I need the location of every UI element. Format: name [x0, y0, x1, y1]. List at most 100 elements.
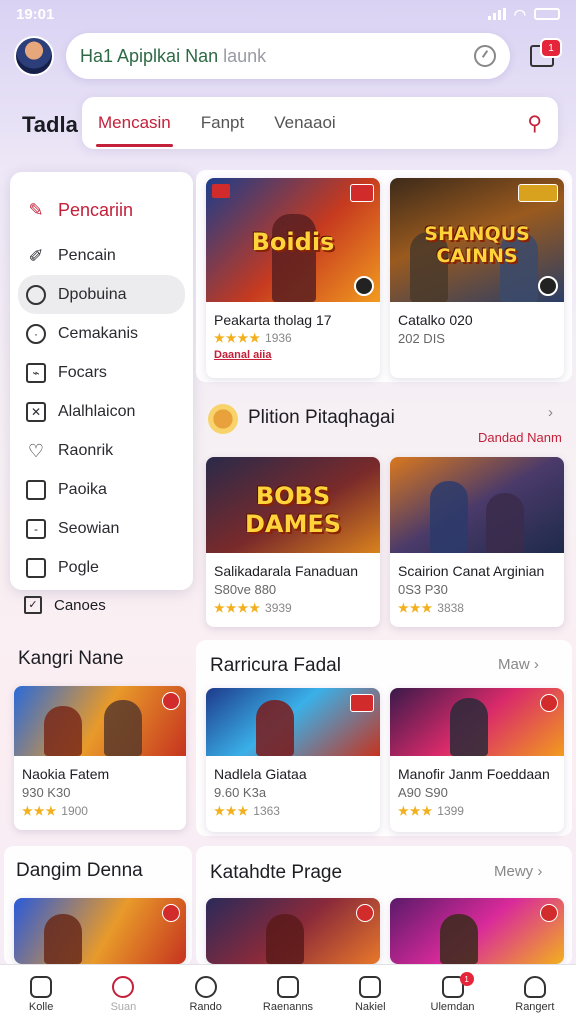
menu-item-pogle[interactable]: Pogle — [18, 548, 185, 587]
menu-item-label: Paoika — [58, 480, 107, 498]
game-title: Naokia Fatem — [22, 766, 110, 782]
rating-stars: ★★★ 1900 — [22, 804, 88, 819]
menu-item-seowian[interactable]: - Seowian — [18, 509, 185, 548]
battery-icon — [534, 8, 560, 20]
game-card[interactable] — [14, 898, 186, 964]
menu-item-focars[interactable]: ⌁ Focars — [18, 353, 185, 392]
nav-item-rando[interactable]: Rando — [171, 976, 241, 1013]
tab-fanpt[interactable]: Fanpt — [201, 99, 244, 147]
top-bar: Ha1 Apiplkai Nan launk 1 — [14, 32, 562, 80]
wifi-icon: ◠ — [513, 5, 526, 22]
nav-label: Suan — [110, 1001, 137, 1013]
pencil-icon: ✎ — [28, 200, 44, 220]
search-value: Ha1 Apiplkai Nan — [80, 45, 219, 66]
game-artwork — [390, 688, 564, 756]
game-card[interactable]: Naokia Fatem 930 K30 ★★★ 1900 — [14, 686, 186, 830]
menu-item-paoika[interactable]: Paoika — [18, 470, 185, 509]
nav-item-kolle[interactable]: Kolle — [6, 976, 76, 1013]
profile-icon — [523, 976, 546, 998]
minus-square-icon: - — [26, 518, 46, 539]
nav-item-nakiel[interactable]: Nakiel — [335, 976, 405, 1013]
dropdown-menu: ✎ Pencariin ✐ Pencain Dpobuina · Cemakan… — [10, 172, 193, 590]
game-card[interactable]: Boidis Peakarta tholag 17 ★★★★ 1936 Daana… — [206, 178, 380, 378]
menu-item-label: Dpobuina — [58, 285, 127, 303]
section-title-bottom: Katahdte Prage — [210, 862, 343, 883]
nav-label: Nakiel — [354, 1001, 386, 1013]
menu-item-raonrik[interactable]: ♡ Raonrik — [18, 431, 185, 470]
tab-search-icon[interactable]: ⚲ — [527, 111, 542, 136]
play-icon[interactable] — [538, 276, 558, 296]
game-meta: 202 DIS — [398, 331, 445, 347]
home-icon — [30, 976, 53, 998]
inbox-button[interactable]: 1 — [522, 36, 562, 76]
square-icon — [26, 479, 46, 500]
nav-label: Rando — [189, 1001, 222, 1013]
nav-item-suan[interactable]: Suan — [88, 976, 158, 1013]
rating-stars: ★★★ 3838 — [398, 601, 464, 616]
see-more-link[interactable]: Mewy › — [494, 863, 542, 880]
rating-stars: ★★★★ 3939 — [214, 601, 292, 616]
search-icon — [112, 976, 135, 998]
tab-mencasin[interactable]: Mencasin — [96, 99, 173, 147]
game-meta: 930 K30 — [22, 785, 71, 801]
game-artwork — [390, 457, 564, 553]
game-card[interactable] — [206, 898, 380, 964]
game-artwork — [14, 686, 186, 756]
game-card[interactable]: Scairion Canat Arginian 0S3 P30 ★★★ 3838 — [390, 457, 564, 627]
cancel-label: Canoes — [54, 596, 106, 614]
game-card[interactable]: Nadlela Giataa 9.60 K3a ★★★ 1363 — [206, 688, 380, 832]
check-icon: ✓ — [24, 596, 42, 614]
game-card[interactable]: SHANQUS CAINNS Catalko 020 202 DIS — [390, 178, 564, 378]
tab-venaaoi[interactable]: Venaaoi — [274, 99, 335, 147]
tab-bar: Mencasin Fanpt Venaaoi ⚲ — [82, 97, 558, 149]
see-all-link[interactable]: Dandad Nanm — [478, 430, 562, 445]
game-meta: 9.60 K3a — [214, 785, 267, 801]
game-card[interactable]: BOBS DAMES Salikadarala Fanaduan S80ve 8… — [206, 457, 380, 627]
rating-stars: ★★★★ 1936 — [214, 331, 292, 346]
notification-badge: 1 — [459, 972, 474, 986]
history-icon[interactable] — [474, 45, 496, 67]
rating-count: 1363 — [253, 804, 280, 819]
page-title: Tadla — [22, 112, 78, 137]
inbox-badge: 1 — [540, 38, 562, 58]
nav-item-ulemdan[interactable]: 1 Ulemdan — [418, 972, 488, 1013]
menu-item-pencain[interactable]: ✐ Pencain — [18, 236, 185, 275]
nav-item-rangert[interactable]: Rangert — [500, 976, 570, 1013]
search-placeholder: launk — [223, 45, 267, 66]
mail-icon: ✕ — [26, 401, 46, 422]
menu-item-cemakanis[interactable]: · Cemakanis — [18, 314, 185, 353]
section-title-popular: Plition Pitaqhagai — [248, 407, 395, 428]
chevron-right-icon[interactable]: › — [548, 404, 553, 421]
game-tag[interactable]: Daanal aiia — [214, 348, 372, 364]
menu-item-label: Pencariin — [58, 199, 134, 220]
cancel-item[interactable]: ✓ Canoes — [24, 596, 106, 614]
status-icons: ◠ — [487, 5, 560, 23]
game-title: Salikadarala Fanaduan — [214, 563, 358, 579]
menu-item-dpobuina[interactable]: Dpobuina — [18, 275, 185, 314]
status-time: 19:01 — [16, 5, 55, 23]
game-title: Nadlela Giataa — [214, 766, 307, 782]
brush-icon: ✐ — [28, 245, 44, 266]
heart-icon: ♡ — [27, 440, 45, 461]
search-input[interactable]: Ha1 Apiplkai Nan launk — [66, 33, 510, 79]
rating-count: 3838 — [437, 601, 464, 616]
game-artwork: Boidis — [206, 178, 380, 302]
game-card[interactable]: Manofir Janm Foeddaan A90 S90 ★★★ 1399 — [390, 688, 564, 832]
game-card[interactable] — [390, 898, 564, 964]
menu-item-label: Alalhlaicon — [58, 402, 136, 420]
menu-item-pencariin[interactable]: ✎ Pencariin — [18, 184, 185, 236]
nav-label: Rangert — [515, 1001, 555, 1013]
bottom-nav: Kolle Suan Rando Raenanns Nakiel 1 Ulemd… — [0, 964, 576, 1024]
section-icon — [208, 404, 238, 434]
game-art-title: Boidis — [251, 227, 335, 256]
see-more-link[interactable]: Maw › — [498, 656, 539, 673]
rating-stars: ★★★ 1363 — [214, 804, 280, 819]
nav-label: Ulemdan — [430, 1001, 475, 1013]
game-title: Scairion Canat Arginian — [398, 563, 545, 579]
nav-item-raenanns[interactable]: Raenanns — [253, 976, 323, 1013]
menu-item-alalhlaicon[interactable]: ✕ Alalhlaicon — [18, 392, 185, 431]
nav-label: Raenanns — [262, 1001, 314, 1013]
play-icon[interactable] — [354, 276, 374, 296]
square-icon — [26, 557, 46, 578]
avatar[interactable] — [14, 36, 54, 76]
